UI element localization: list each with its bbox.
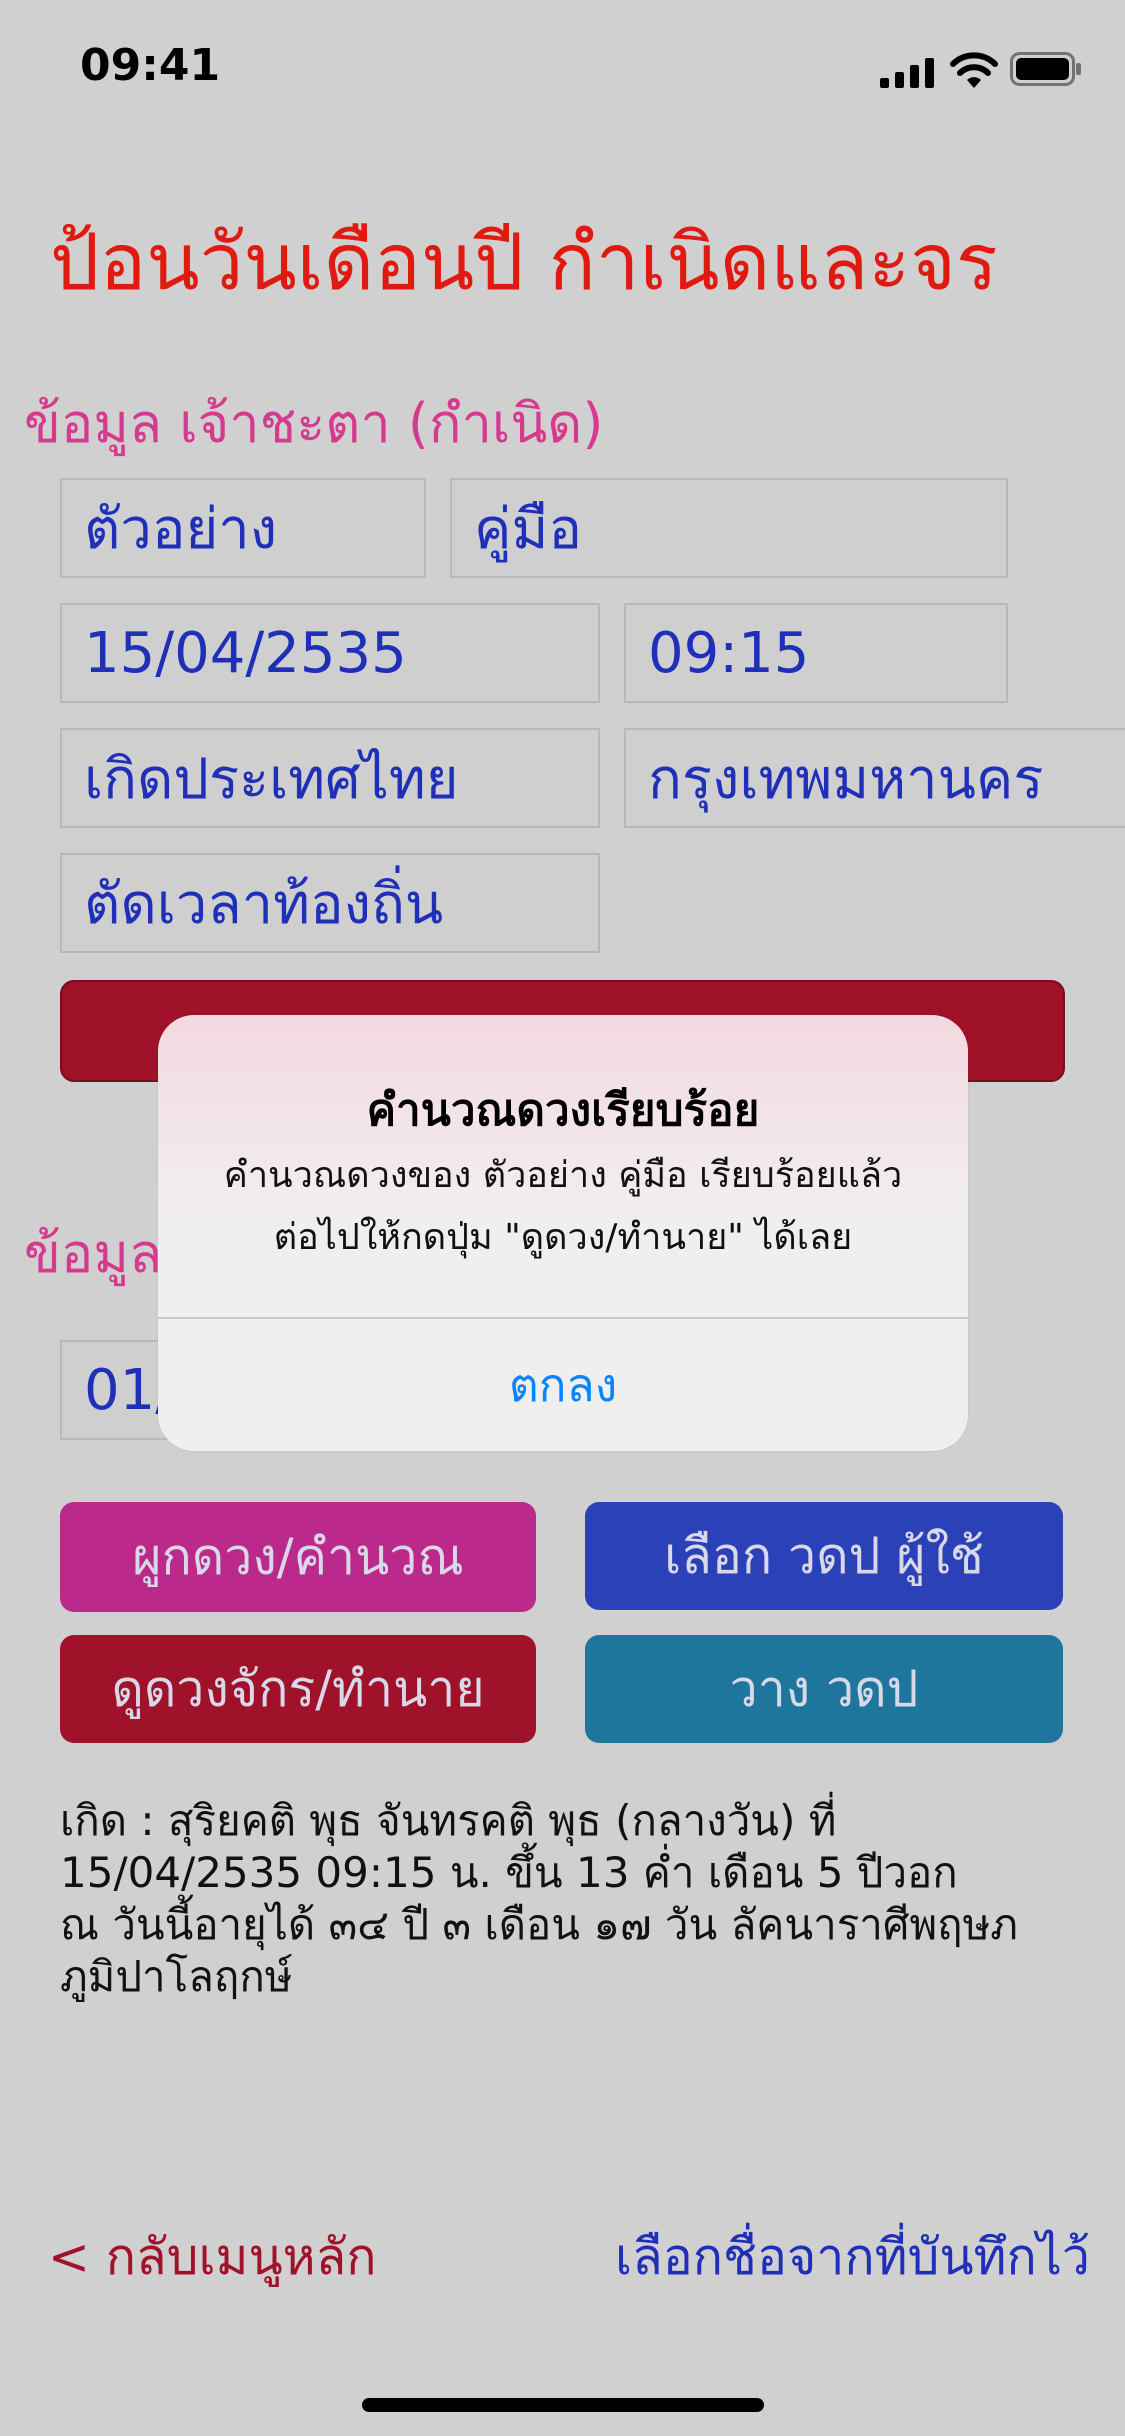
alert-message-line: คำนวณดวงของ ตัวอย่าง คู่มือ เรียบร้อยแล้…	[223, 1155, 903, 1196]
result-line: ณ วันนี้อายุได้ ๓๔ ปี ๓ เดือน ๑๗ วัน ลัค…	[60, 1900, 1018, 1949]
birth-time-field[interactable]: 09:15	[624, 603, 1008, 703]
battery-icon	[1010, 52, 1081, 86]
page-title: ป้อนวันเดือนปี กำเนิดและจร	[50, 218, 998, 308]
alert-dialog: คำนวณดวงเรียบร้อย คำนวณดวงของ ตัวอย่าง ค…	[158, 1015, 968, 1451]
first-name-value: ตัวอย่าง	[84, 496, 278, 562]
alert-message-line: ต่อไปให้กดปุ่ม "ดูดวง/ทำนาย" ได้เลย	[273, 1217, 853, 1258]
birth-date-field[interactable]: 15/04/2535	[60, 603, 600, 703]
birth-province-field[interactable]: กรุงเทพมหานคร	[624, 728, 1125, 828]
birth-date-value: 15/04/2535	[84, 620, 407, 686]
alert-title: คำนวณดวงเรียบร้อย	[366, 1085, 760, 1136]
read-chart-button[interactable]: ดูดวงจักร/ทำนาย	[60, 1635, 536, 1743]
result-line: ภูมิปาโลฤกษ์	[60, 1952, 293, 2001]
alert-ok-button[interactable]: ตกลง	[158, 1319, 968, 1451]
result-line: เกิด : สุริยคติ พุธ จันทรคติ พุธ (กลางวั…	[60, 1796, 837, 1845]
birth-country-value: เกิดประเทศไทย	[84, 746, 459, 812]
cellular-signal-icon	[880, 58, 934, 88]
wifi-icon	[950, 52, 998, 88]
birth-country-field[interactable]: เกิดประเทศไทย	[60, 728, 600, 828]
back-to-main-menu-link[interactable]: < กลับเมนูหลัก	[48, 2218, 377, 2297]
alert-message: คำนวณดวงของ ตัวอย่าง คู่มือ เรียบร้อยแล้…	[188, 1145, 938, 1269]
select-transit-date-button[interactable]: เลือก วดป ผู้ใช้	[585, 1502, 1063, 1610]
last-name-value: คู่มือ	[474, 496, 583, 562]
status-time: 09:41	[80, 40, 221, 91]
first-name-field[interactable]: ตัวอย่าง	[60, 478, 426, 578]
birth-province-value: กรุงเทพมหานคร	[648, 746, 1044, 812]
transit-section-label: ข้อมูล	[24, 1222, 163, 1285]
owner-section-label: ข้อมูล เจ้าชะตา (กำเนิด)	[24, 392, 604, 455]
time-zone-value: ตัดเวลาท้องถิ่น	[84, 871, 444, 937]
select-saved-name-link[interactable]: เลือกชื่อจากที่บันทึกไว้	[615, 2218, 1090, 2297]
calculate-chart-button[interactable]: ผูกดวง/คำนวณ	[60, 1502, 536, 1612]
last-name-field[interactable]: คู่มือ	[450, 478, 1008, 578]
time-zone-field[interactable]: ตัดเวลาท้องถิ่น	[60, 853, 600, 953]
home-indicator	[362, 2398, 764, 2412]
result-line: 15/04/2535 09:15 น. ขึ้น 13 ค่ำ เดือน 5 …	[60, 1848, 958, 1897]
place-transit-date-button[interactable]: วาง วดป	[585, 1635, 1063, 1743]
birth-time-value: 09:15	[648, 620, 810, 686]
result-text: เกิด : สุริยคติ พุธ จันทรคติ พุธ (กลางวั…	[60, 1795, 1090, 2003]
